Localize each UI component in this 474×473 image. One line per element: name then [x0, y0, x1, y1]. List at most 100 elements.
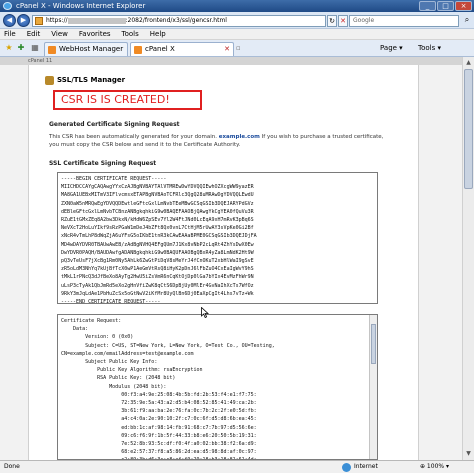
tab-list-icon: ▦	[31, 43, 39, 52]
cpanel-favicon-icon	[48, 46, 56, 54]
stop-button[interactable]: ✕	[338, 15, 348, 27]
status-bar: Done Internet ⊕ 100% ▾	[0, 460, 474, 473]
tab-label: WebHost Manager	[59, 45, 124, 53]
search-icon: ⌕	[464, 15, 470, 24]
decoded-line: a4:c4:0a:2e:90:10:2f:c7:0c:6f:d5:d8:6b:e…	[61, 416, 257, 423]
desc-before: This CSR has been automatically generate…	[49, 134, 218, 140]
decoded-line: 09:c6:f6:9f:1b:5f:44:33:b8:e6:20:50:5b:1…	[61, 432, 257, 439]
page-scrollbar[interactable]: ▲ ▼	[462, 57, 474, 460]
menu-edit[interactable]: Edit	[27, 29, 41, 39]
decoded-line: CN=example.com/emailAddress=test@example…	[61, 350, 194, 357]
menu-bar: File Edit View Favorites Tools Help	[0, 29, 474, 40]
search-input[interactable]: Google	[349, 15, 459, 27]
csr-text: -----BEGIN CERTIFICATE REQUEST----- MIICH…	[61, 175, 257, 304]
add-favorite-button[interactable]: ✚	[16, 43, 26, 53]
favorites-star-button[interactable]: ★	[4, 43, 14, 53]
decoded-line: Data:	[61, 326, 89, 333]
minimize-button[interactable]: _	[419, 1, 436, 11]
decoded-textarea-scrollbar[interactable]	[369, 315, 377, 459]
csr-line: uLsP3cTyAk1QbJmRd5eXo2gHnVfiZwK8qCtS6DpB…	[61, 282, 254, 289]
cpanel-brand: cPanel 11	[28, 58, 53, 64]
csr-line: dEBleGFtcGxlLmNvbTCBnzANBgkqhkiG9w0BAQEF…	[61, 208, 254, 215]
lock-icon	[45, 76, 54, 85]
scroll-up-icon[interactable]: ▲	[464, 58, 473, 68]
tab-webhost-manager[interactable]: WebHost Manager	[44, 42, 128, 56]
csr-line: tMkL1rPNcQ3dJfBeXo8AyTg2HwU5iZsVmR6nCqKt…	[61, 274, 254, 281]
new-tab-button[interactable]: ▫	[236, 43, 241, 54]
decoded-line: 72:35:9e:5a:43:a2:d5:b4:08:52:85:41:49:c…	[61, 400, 257, 407]
stop-icon: ✕	[340, 17, 346, 25]
decoded-line: 68:e2:57:37:f8:a5:86:2d:ea:d5:98:8d:af:0…	[61, 449, 257, 456]
url-scheme: https://	[46, 17, 68, 24]
tab-list-button[interactable]: ▦	[30, 43, 40, 53]
browser-viewport: cPanel 11 SSL/TLS Manager CSR IS IS CREA…	[0, 57, 474, 460]
decoded-csr-textarea[interactable]: Certificate Request: Data: Version: 0 (0…	[57, 314, 378, 460]
zone-label: Internet	[354, 463, 378, 470]
decoded-line: Public Key Algorithm: rsaEncryption	[61, 367, 203, 374]
csr-line: MA8GA1UEBxMITmV3IFlvcmsxETAPBgNVBAoTCFRl…	[61, 192, 254, 199]
section-title-text: SSL/TLS Manager	[57, 76, 126, 84]
forward-button[interactable]: ▶	[17, 14, 30, 27]
csr-line: ZXN0aW5nMRQwEgYDVQQDEwtleGFtcGxlLmNvbTEe…	[61, 200, 254, 207]
decoded-line: RSA Public Key: (2048 bit)	[61, 375, 176, 382]
refresh-button[interactable]: ↻	[327, 15, 337, 27]
decoded-line: Subject: C=US, ST=New York, L=New York, …	[61, 342, 275, 349]
refresh-icon: ↻	[329, 17, 335, 25]
generated-heading: Generated Certificate Signing Request	[49, 121, 180, 128]
cpanel-favicon-icon	[134, 46, 142, 54]
csr-line: MIICHDCCAYgCAQAwgYYxCzAJBgNVBAYTAlVTMREw…	[61, 184, 254, 191]
page-menu[interactable]: Page ▾	[380, 43, 403, 54]
menu-tools[interactable]: Tools	[122, 29, 139, 39]
decoded-csr-text: Certificate Request: Data: Version: 0 (0…	[61, 317, 275, 459]
maximize-button[interactable]: □	[437, 1, 454, 11]
back-icon: ◀	[6, 16, 13, 24]
csr-line: MD4wDAYDVR0TBAUwAwEB/zAdBgNVHQ4EFgQUm7J1…	[61, 241, 254, 248]
add-favorite-icon: ✚	[17, 43, 25, 52]
decoded-line: Version: 0 (0x0)	[61, 334, 134, 341]
menu-favorites[interactable]: Favorites	[79, 29, 111, 39]
csr-line: zR5oLdM3NhYq7kUjBfTcX0wP1AeGmVtRsQ8iHyK2…	[61, 266, 254, 273]
ie-icon	[3, 2, 12, 10]
close-tab-icon[interactable]: ✕	[224, 43, 230, 56]
window-title: cPanel X - Windows Internet Explorer	[16, 2, 146, 10]
decoded-line: Modulus (2048 bit):	[61, 383, 167, 390]
scrollbar-thumb[interactable]	[371, 324, 376, 364]
window-titlebar: cPanel X - Windows Internet Explorer _ □…	[0, 0, 474, 12]
redacted-host	[67, 17, 126, 24]
decoded-line: Certificate Request:	[61, 318, 122, 324]
csr-line: pQ3vTeUsF7jXcBg1Rm0Ny5AhLk6ZwGtPiDqV8sMe…	[61, 258, 254, 265]
decoded-line: 3b:61:f9:aa:ba:2e:76:fa:0c:7b:2c:2f:e0:5…	[61, 408, 257, 415]
tab-label: cPanel X	[145, 45, 175, 53]
tools-menu[interactable]: Tools ▾	[418, 43, 441, 54]
menu-help[interactable]: Help	[150, 29, 166, 39]
csr-heading: SSL Certificate Signing Request	[49, 160, 157, 167]
decoded-line: Subject Public Key Info:	[61, 359, 158, 366]
csr-line: xNcR4vTmLhP8dWqZjA6uYFsG5oIKbE1tnR3kCAwE…	[61, 233, 257, 240]
scroll-down-icon[interactable]: ▼	[464, 449, 473, 459]
csr-textarea[interactable]: -----BEGIN CERTIFICATE REQUEST----- MIICH…	[57, 172, 378, 304]
back-button[interactable]: ◀	[3, 14, 16, 27]
menu-file[interactable]: File	[4, 29, 16, 39]
tab-bar: ★ ✚ ▦ WebHost Manager cPanel X ✕ ▫ Page …	[0, 40, 474, 57]
csr-line: NeVXcT2HoLuYIkf9sRzPGaW1mDeJ4bZFt8Qx0vnL…	[61, 225, 254, 232]
page-scrollbar-thumb[interactable]	[464, 69, 473, 189]
security-zone: Internet	[342, 461, 378, 473]
url-path: :2082/frontend/x3/ssl/gencsr.html	[125, 17, 227, 24]
search-placeholder: Google	[353, 17, 375, 24]
tab-cpanel-x[interactable]: cPanel X ✕	[130, 42, 234, 56]
zoom-control[interactable]: ⊕ 100% ▾	[420, 461, 449, 473]
csr-line: -----END CERTIFICATE REQUEST-----	[61, 299, 161, 304]
decoded-line: 00:f3:a4:9e:25:08:4b:5b:fd:2b:53:f4:e1:f…	[61, 391, 257, 398]
csr-description: This CSR has been automatically generate…	[49, 133, 409, 149]
cpanel-header-strip: cPanel 11	[0, 57, 462, 65]
section-title: SSL/TLS Manager	[45, 76, 125, 85]
page-content: SSL/TLS Manager CSR IS IS CREATED! Gener…	[28, 65, 419, 460]
close-button[interactable]: ×	[455, 1, 472, 11]
status-text: Done	[4, 463, 20, 470]
address-input[interactable]: https:// :2082/frontend/x3/ssl/gencsr.htm…	[32, 15, 326, 27]
csr-line: RZuE1tGMxZEq8A2bw3DkxN/kHdW6ZpSEv7Yl2W4F…	[61, 217, 254, 224]
menu-view[interactable]: View	[51, 29, 68, 39]
mouse-cursor-icon	[201, 307, 209, 318]
search-button[interactable]: ⌕	[461, 15, 473, 27]
desc-line2: you must copy the CSR below and send it …	[49, 142, 241, 148]
